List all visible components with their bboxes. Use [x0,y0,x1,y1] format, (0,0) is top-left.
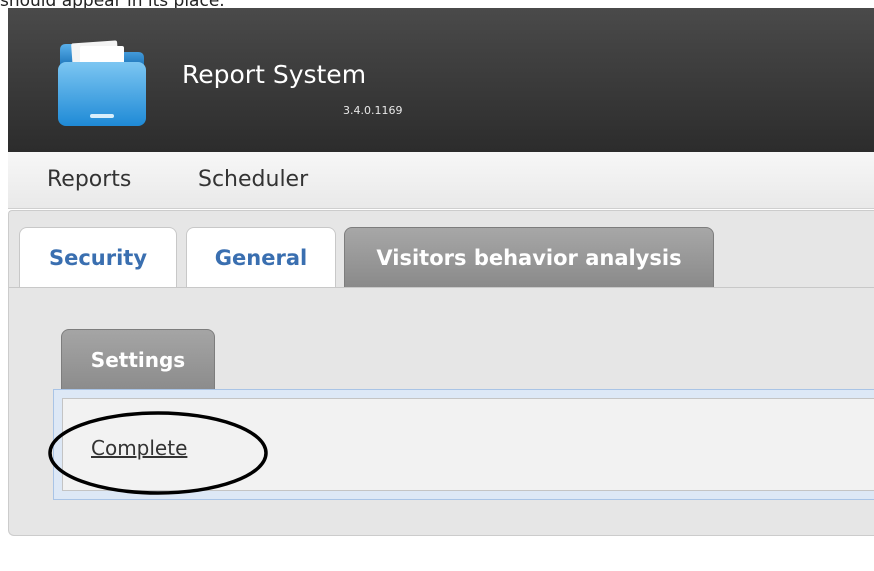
tab-general[interactable]: General [186,227,336,287]
content-area: Security General Visitors behavior analy… [8,210,874,536]
tab-visitors-behavior-analysis[interactable]: Visitors behavior analysis [344,227,714,287]
tab-general-label: General [214,245,308,270]
subtab-settings-label: Settings [90,347,186,372]
complete-link[interactable]: Complete [91,436,187,460]
app-header: Report System 3.4.0.1169 [8,8,874,152]
menu-item-reports[interactable]: Reports [47,167,131,192]
main-menu: Reports Scheduler [8,152,874,209]
app-title: Report System [182,60,367,89]
subtab-settings[interactable]: Settings [61,329,215,389]
app-version: 3.4.0.1169 [343,104,403,117]
tabs-divider [9,287,874,288]
folder-icon [58,40,146,126]
menu-item-scheduler[interactable]: Scheduler [198,167,308,192]
tab-visitors-label: Visitors behavior analysis [376,245,682,270]
tab-security[interactable]: Security [19,227,177,287]
tab-security-label: Security [48,245,148,270]
